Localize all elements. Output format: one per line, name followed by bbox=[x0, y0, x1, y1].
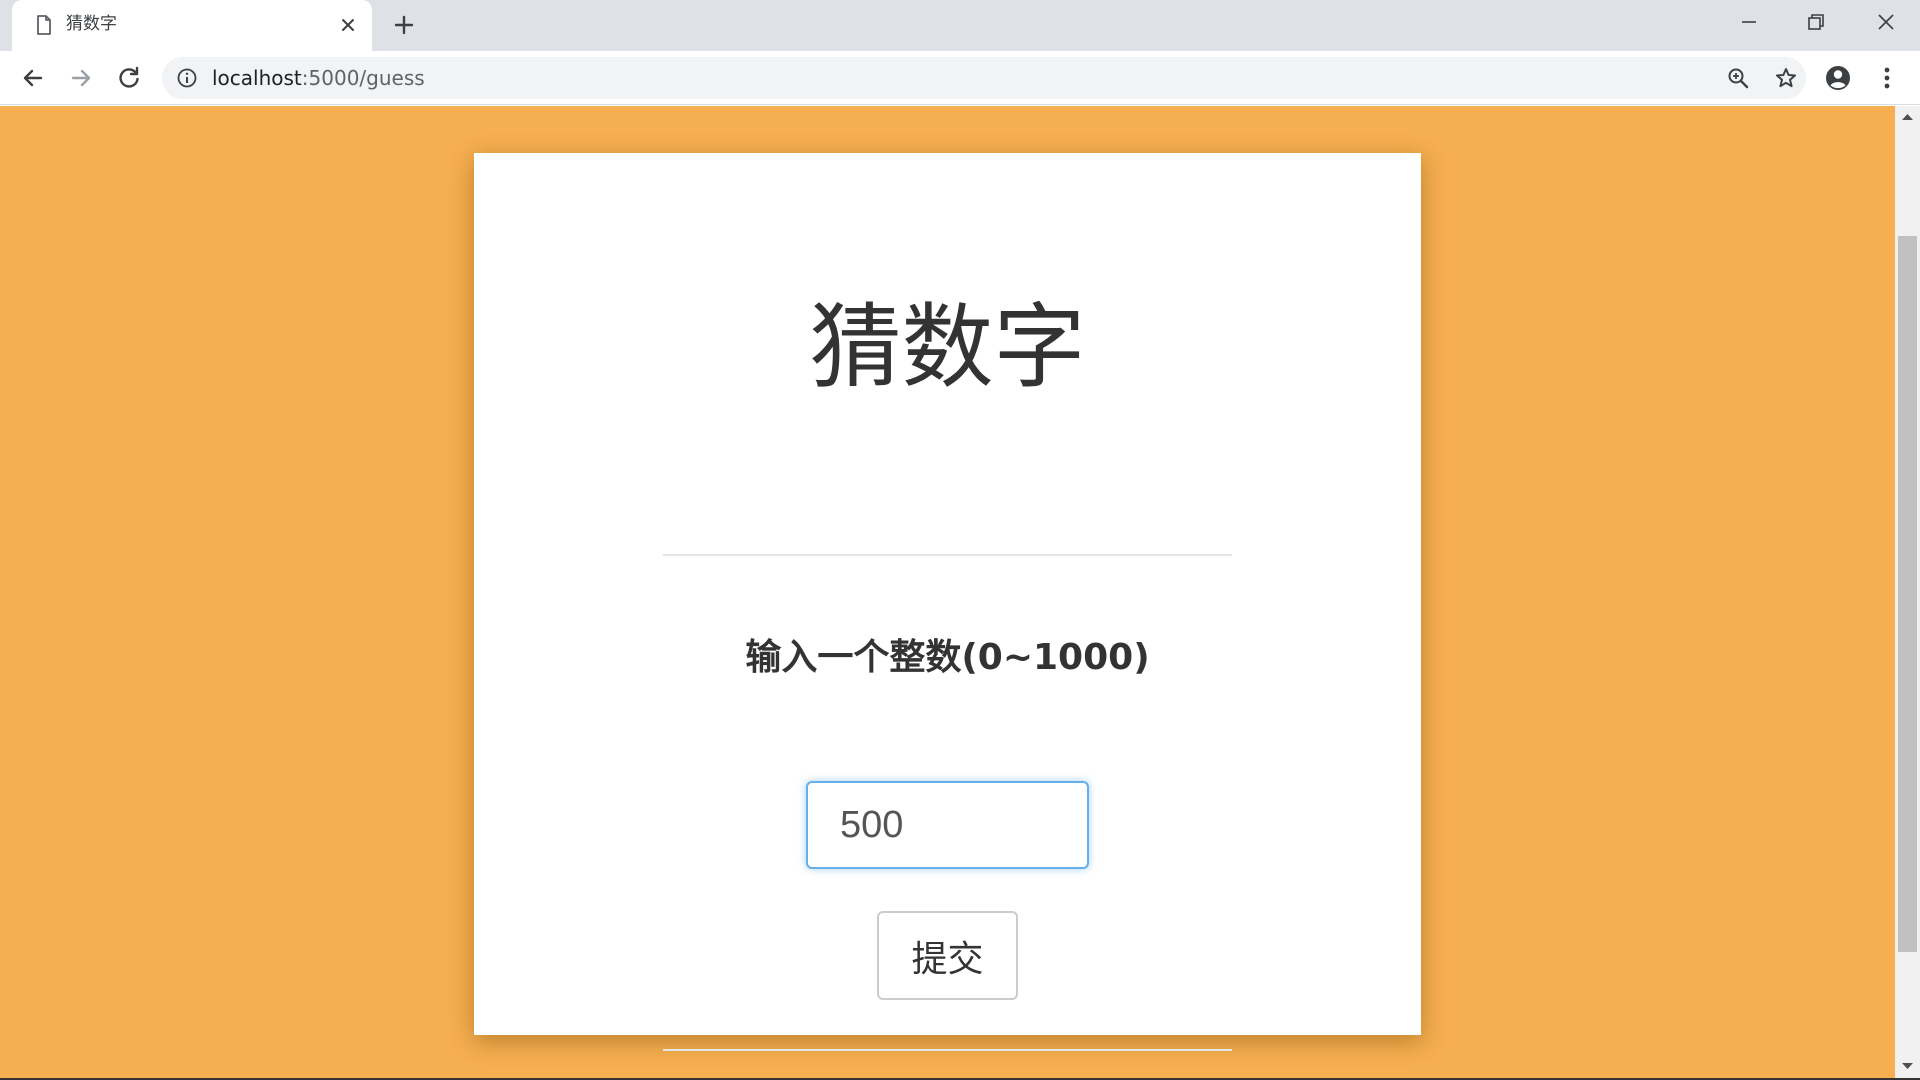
vertical-dots-icon[interactable] bbox=[1872, 63, 1902, 93]
minimize-icon[interactable] bbox=[1735, 8, 1763, 36]
tab-close-icon[interactable] bbox=[338, 15, 358, 35]
tab-title: 猜数字 bbox=[66, 14, 117, 34]
zoom-in-icon[interactable] bbox=[1726, 66, 1750, 90]
browser-toolbar: localhost:5000/guess bbox=[0, 51, 1920, 105]
page-scrollbar[interactable] bbox=[1895, 106, 1920, 1080]
url-text[interactable]: localhost:5000/guess bbox=[212, 66, 425, 90]
input-prompt-label: 输入一个整数(0~1000) bbox=[745, 637, 1150, 678]
address-bar[interactable]: localhost:5000/guess bbox=[162, 57, 1806, 99]
back-arrow-icon[interactable] bbox=[18, 63, 48, 93]
browser-tab[interactable]: 猜数字 bbox=[12, 0, 372, 51]
plus-icon[interactable] bbox=[392, 13, 416, 37]
page-icon bbox=[37, 15, 51, 35]
tab-strip: 猜数字 bbox=[0, 0, 1920, 51]
star-icon[interactable] bbox=[1774, 66, 1798, 90]
account-icon[interactable] bbox=[1823, 63, 1853, 93]
reload-icon[interactable] bbox=[114, 63, 144, 93]
top-divider bbox=[663, 554, 1232, 556]
window-close-icon[interactable] bbox=[1872, 8, 1900, 36]
restore-icon[interactable] bbox=[1802, 8, 1830, 36]
page-title: 猜数字 bbox=[809, 294, 1086, 401]
submit-button[interactable]: 提交 bbox=[877, 911, 1018, 1000]
info-icon[interactable] bbox=[176, 67, 198, 89]
guess-number-input[interactable] bbox=[806, 781, 1089, 869]
scroll-up-arrow-icon[interactable] bbox=[1901, 112, 1914, 122]
guess-card: 猜数字 输入一个整数(0~1000) 提交 bbox=[474, 153, 1421, 1051]
forward-arrow-icon[interactable] bbox=[66, 63, 96, 93]
url-host: localhost bbox=[212, 66, 302, 90]
scroll-thumb[interactable] bbox=[1898, 236, 1917, 952]
url-path: :5000/guess bbox=[301, 66, 425, 90]
scroll-down-arrow-icon[interactable] bbox=[1901, 1061, 1914, 1071]
page-viewport: 猜数字 输入一个整数(0~1000) 提交 bbox=[0, 106, 1895, 1080]
bottom-divider bbox=[663, 1049, 1232, 1051]
